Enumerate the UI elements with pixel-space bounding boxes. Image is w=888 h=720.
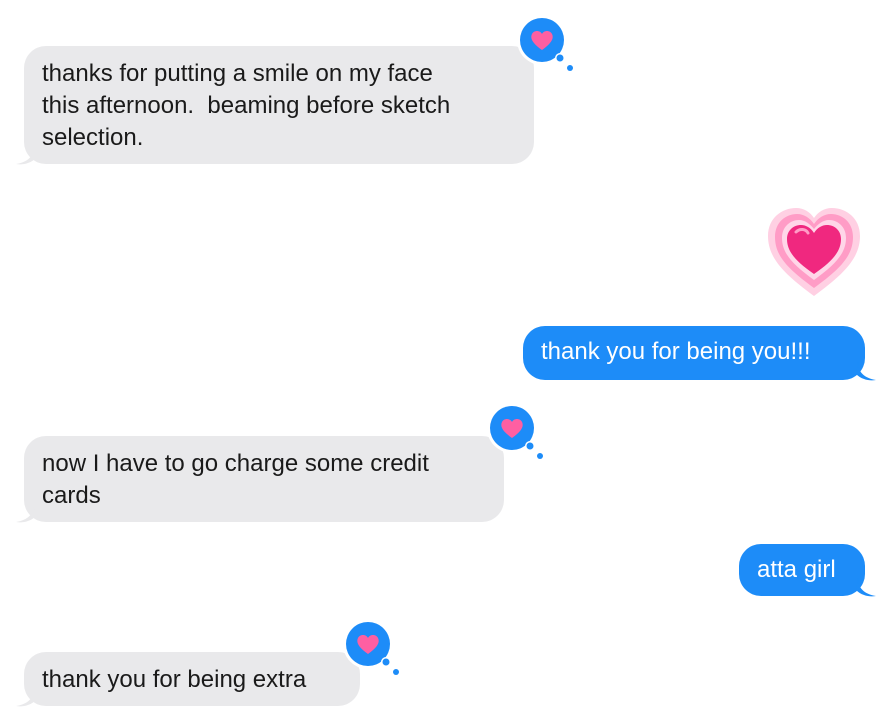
message-bubble-outgoing-1[interactable]: thank you for being you!!!	[523, 326, 865, 380]
message-bubble-incoming-2[interactable]: now I have to go charge some credit card…	[24, 436, 504, 522]
growing-heart-emoji[interactable]	[766, 206, 862, 303]
bubble-tail	[856, 578, 876, 598]
message-bubble-incoming-1[interactable]: thanks for putting a smile on my face th…	[24, 46, 534, 164]
heart-reaction-icon[interactable]	[486, 402, 544, 460]
bubble-tail	[856, 362, 876, 382]
bubble-tail	[12, 504, 36, 524]
heart-reaction-icon[interactable]	[516, 14, 574, 72]
bubble-tail	[12, 146, 36, 166]
heart-reaction-icon[interactable]	[342, 618, 400, 676]
message-bubble-incoming-3[interactable]: thank you for being extra	[24, 652, 360, 706]
message-bubble-outgoing-2[interactable]: atta girl	[739, 544, 865, 596]
bubble-tail	[12, 688, 36, 708]
